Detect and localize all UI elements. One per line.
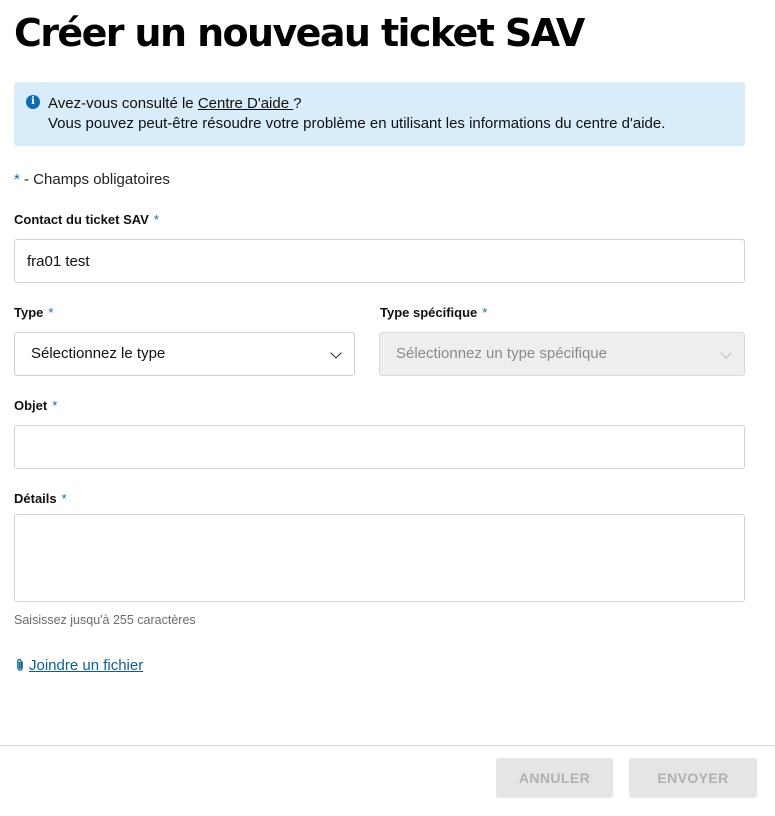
specific-type-select-value: Sélectionnez un type spécifique — [396, 345, 607, 362]
page-title: Créer un nouveau ticket SAV — [14, 11, 585, 55]
required-asterisk: * — [61, 491, 67, 506]
help-center-notice: i Avez-vous consulté le Centre D'aide ? … — [14, 82, 745, 146]
specific-type-label: Type spécifique * — [380, 305, 488, 320]
footer-divider — [0, 745, 775, 746]
required-asterisk: * — [52, 398, 58, 413]
notice-line-2: Vous pouvez peut-être résoudre votre pro… — [48, 115, 666, 132]
required-asterisk: * — [482, 305, 488, 320]
subject-label: Objet * — [14, 398, 58, 413]
details-label: Détails * — [14, 491, 67, 506]
notice-line-1: Avez-vous consulté le Centre D'aide ? — [48, 95, 302, 112]
help-center-link[interactable]: Centre D'aide — [198, 95, 293, 112]
required-asterisk: * — [48, 305, 54, 320]
paperclip-icon — [17, 658, 23, 671]
type-label: Type * — [14, 305, 54, 320]
contact-field[interactable] — [14, 239, 745, 283]
subject-field[interactable] — [14, 425, 745, 469]
contact-label: Contact du ticket SAV * — [14, 212, 159, 227]
chevron-down-icon — [330, 347, 342, 359]
type-select[interactable]: Sélectionnez le type — [14, 332, 355, 376]
chevron-down-icon — [720, 347, 732, 359]
submit-button[interactable]: ENVOYER — [629, 758, 757, 798]
specific-type-select[interactable]: Sélectionnez un type spécifique — [379, 332, 745, 376]
required-fields-legend: * - Champs obligatoires — [14, 171, 170, 188]
details-textarea[interactable] — [14, 514, 745, 602]
info-icon: i — [26, 95, 40, 109]
cancel-button[interactable]: ANNULER — [496, 758, 613, 798]
required-asterisk: * — [153, 212, 159, 227]
details-character-limit: Saisissez jusqu'à 255 caractères — [14, 613, 196, 627]
type-select-value: Sélectionnez le type — [31, 345, 166, 362]
attach-file-link[interactable]: Joindre un fichier — [14, 657, 143, 674]
attach-file-label: Joindre un fichier — [29, 657, 144, 674]
